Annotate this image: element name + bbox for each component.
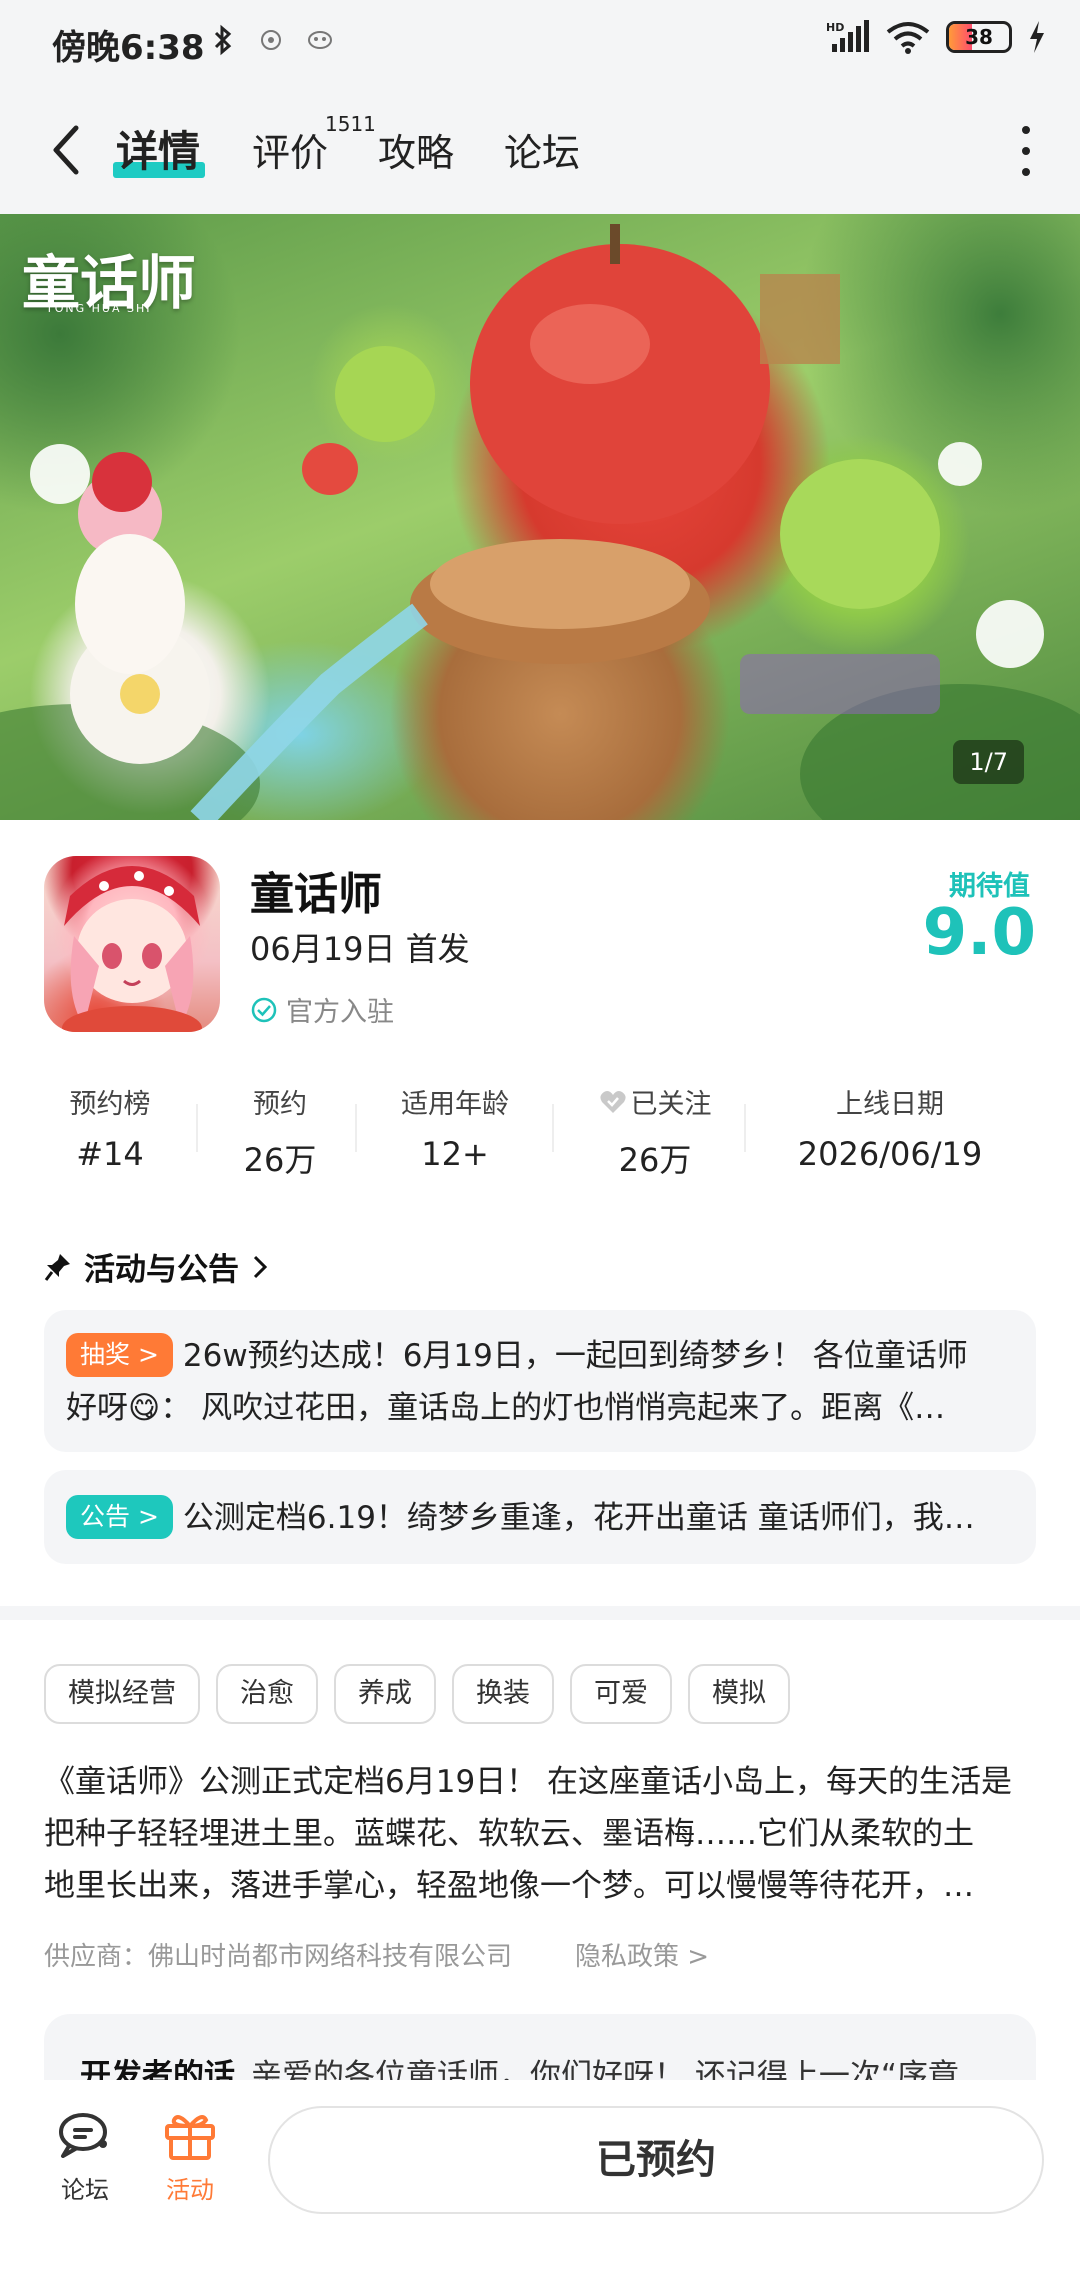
game-title: 童话师 [250,869,382,920]
stat-value: 26万 [618,1141,692,1179]
lottery-badge: 抽奖 > [66,1333,173,1377]
stat-age-rating[interactable]: 适用年龄 12+ [375,1082,535,1173]
wifi-icon [886,22,930,54]
forum-button[interactable]: 论坛 [45,2110,125,2205]
game-icon-character [62,866,202,1032]
stat-launch-date: 上线日期 2026/06/19 [770,1082,1010,1173]
stat-reservations: 预约 26万 [220,1082,340,1181]
stat-divider [355,1104,357,1152]
tag-chip[interactable]: 换装 [452,1664,554,1724]
release-date-text: 06月19日 首发 [250,930,470,968]
notice-badge: 公告 > [66,1495,173,1539]
activities-title: 活动与公告 [84,1252,239,1288]
reserved-button[interactable]: 已预约 [268,2106,1044,2214]
stat-value: 26万 [243,1141,317,1179]
activity-text: 26w预约达成！6月19日，一起回到绮梦乡！ 各位童话师 [182,1338,968,1374]
reviews-count-badge: 1511 [325,112,376,136]
stats-row: 预约榜 #14 预约 26万 适用年龄 12+ 已关注 26万 上线日期 202… [30,1082,1050,1179]
forum-label: 论坛 [61,2176,109,2204]
stat-label: 上线日期 [836,1089,944,1120]
tag-chip[interactable]: 模拟经营 [44,1664,200,1724]
check-circle-icon [251,997,277,1022]
battery-percent: 38 [965,25,993,49]
chevron-right-icon [253,1255,268,1278]
activity-button[interactable]: 活动 [150,2110,230,2205]
stat-divider [552,1104,554,1152]
svg-text:HD: HD [826,21,844,34]
back-arrow-icon[interactable] [42,120,92,180]
anticipation-score: 9.0 [922,896,1036,970]
stat-divider [744,1104,746,1152]
official-verified: 官方入驻 [250,990,394,1029]
stat-rank[interactable]: 预约榜 #14 [50,1082,170,1173]
tab-reviews[interactable]: 评价 [252,122,328,177]
signal-icon: HD [826,20,869,52]
carousel-pager: 1/7 [953,740,1024,784]
stat-label: 预约 [253,1089,307,1120]
stat-label: 预约榜 [69,1089,151,1120]
activity-label: 活动 [166,2176,214,2204]
tag-chip[interactable]: 可爱 [570,1664,672,1724]
stat-label-text: 已关注 [630,1089,712,1120]
game-description[interactable]: 《童话师》公测正式定档6月19日！ 在这座童话小岛上，每天的生活是 把种子轻轻埋… [44,1756,1040,1912]
description-line: 把种子轻轻埋进土里。蓝蝶花、软软云、墨语梅……它们从柔软的土 [44,1816,974,1852]
stat-divider [196,1104,198,1152]
forum-chat-icon [59,2113,107,2158]
tab-guides[interactable]: 攻略 [378,122,454,177]
stat-value: 2026/06/19 [797,1135,983,1173]
privacy-policy-link[interactable]: 隐私政策 > [575,1936,709,1973]
notice-text: 公测定档6.19！绮梦乡重逢，花开出童话 童话师们，我… [182,1500,975,1536]
status-time: 傍晚6:38 [52,28,205,68]
activities-header[interactable]: 活动与公告 [44,1244,269,1289]
notice-line: 公告 > 公测定档6.19！绮梦乡重逢，花开出童话 童话师们，我… [66,1492,1006,1544]
stat-followers[interactable]: 已关注 26万 [575,1082,735,1181]
tag-chip[interactable]: 治愈 [216,1664,318,1724]
supplier-info: 供应商：佛山时尚都市网络科技有限公司 [44,1942,513,1972]
app-notification-icon-2 [308,31,332,49]
gift-icon [165,2115,215,2160]
more-options-icon[interactable] [1016,126,1036,176]
stat-label: 已关注 [575,1082,735,1121]
banner-carousel[interactable]: 童话师 TONG HUA SHI 1/7 [0,214,1080,820]
tag-chip[interactable]: 养成 [334,1664,436,1724]
app-page: 傍晚6:38 HD 38 详情 评价 1511 攻略 论坛 童话师 TONG H… [0,0,1080,2280]
top-nav: 详情 评价 1511 攻略 论坛 [0,88,1080,214]
app-notification-icon [261,30,281,50]
game-logo-subtext: TONG HUA SHI [46,302,152,315]
section-divider [0,1606,1080,1620]
official-label: 官方入驻 [286,997,394,1028]
activity-line-1: 抽奖 >26w预约达成！6月19日，一起回到绮梦乡！ 各位童话师 [66,1330,1006,1382]
stat-label: 适用年龄 [401,1089,509,1120]
tab-forum[interactable]: 论坛 [504,122,580,177]
charging-icon [1030,21,1044,53]
activity-card-notice[interactable]: 公告 > 公测定档6.19！绮梦乡重逢，花开出童话 童话师们，我… [44,1470,1036,1564]
pin-icon [44,1253,70,1281]
heart-check-icon [599,1090,626,1113]
game-app-icon [44,856,220,1032]
tag-chip[interactable]: 模拟 [688,1664,790,1724]
status-bar: 傍晚6:38 HD 38 [0,0,1080,88]
activity-line-2: 好呀😋： 风吹过花田，童话岛上的灯也悄悄亮起来了。距离《… [66,1390,946,1426]
battery-indicator: 38 [946,21,1012,53]
description-line: 地里长出来，落进手掌心，轻盈地像一个梦。可以慢慢等待花开，… [44,1868,974,1904]
bluetooth-icon [214,24,232,56]
activity-card-lottery[interactable]: 抽奖 >26w预约达成！6月19日，一起回到绮梦乡！ 各位童话师 好呀😋： 风吹… [44,1310,1036,1452]
tag-list: 模拟经营 治愈 养成 换装 可爱 模拟 [44,1664,790,1724]
stat-value: 12+ [421,1135,489,1173]
status-right-icons: HD 38 [826,20,1046,54]
description-line: 《童话师》公测正式定档6月19日！ 在这座童话小岛上，每天的生活是 [44,1764,1013,1800]
bottom-action-bar: 论坛 活动 已预约 [0,2080,1080,2280]
tab-details[interactable]: 详情 [116,118,200,179]
status-notification-icons [210,24,334,56]
stat-value: #14 [76,1135,144,1173]
